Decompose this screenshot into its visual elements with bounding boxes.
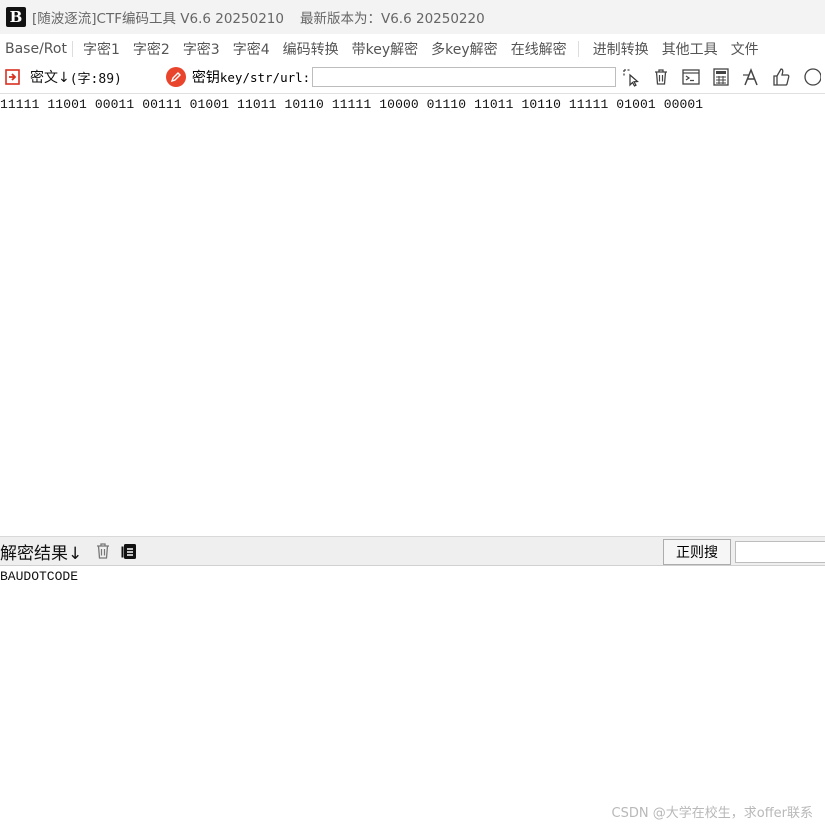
ciphertext-content: 11111 11001 00011 00111 01001 11011 1011… bbox=[0, 97, 704, 112]
latest-version: 最新版本为：V6.6 20250220 bbox=[299, 11, 485, 27]
menu-zimi4[interactable]: 字密4 bbox=[225, 39, 275, 59]
regex-search-input[interactable] bbox=[735, 541, 825, 563]
menu-multikey-decrypt[interactable]: 多key解密 bbox=[423, 39, 503, 59]
result-bar: 解密结果↓ 正则搜 bbox=[0, 536, 825, 566]
menu-zimi3[interactable]: 字密3 bbox=[175, 39, 225, 59]
thumbs-up-icon[interactable] bbox=[770, 66, 792, 88]
clock-icon[interactable] bbox=[800, 66, 822, 88]
ciphertext-textarea[interactable]: 11111 11001 00011 00111 01001 11011 1011… bbox=[0, 93, 825, 536]
result-trash-icon[interactable] bbox=[92, 540, 114, 562]
menu-zimi1[interactable]: 字密1 bbox=[73, 39, 125, 59]
copy-icon[interactable] bbox=[118, 540, 140, 562]
key-label-mono: key/str/url: bbox=[219, 70, 311, 85]
toolbar: 密文↓ (字:89) 密钥key/str/url: bbox=[0, 63, 825, 91]
watermark: CSDN @大学在校生，求offer联系 bbox=[611, 806, 813, 821]
menu-zimi2[interactable]: 字密2 bbox=[125, 39, 175, 59]
menu-base-rot[interactable]: Base/Rot bbox=[0, 41, 72, 57]
result-content: BAUDOTCODE bbox=[0, 569, 79, 584]
menu-file[interactable]: 文件 bbox=[723, 39, 764, 59]
result-label: 解密结果↓ bbox=[0, 543, 83, 564]
menu-key-decrypt[interactable]: 带key解密 bbox=[344, 39, 424, 59]
result-textarea[interactable]: BAUDOTCODE bbox=[0, 567, 825, 827]
terminal-icon[interactable] bbox=[680, 66, 702, 88]
font-icon[interactable] bbox=[740, 66, 762, 88]
menu-online-decrypt[interactable]: 在线解密 bbox=[503, 39, 572, 59]
ciphertext-arrow-icon[interactable] bbox=[4, 68, 22, 86]
app-logo-icon: B bbox=[6, 7, 26, 27]
window-title: [随波逐流]CTF编码工具 V6.6 20250210 bbox=[32, 11, 284, 27]
key-label: 密钥key/str/url: bbox=[192, 67, 310, 87]
select-cursor-icon[interactable] bbox=[620, 66, 642, 88]
key-label-prefix: 密钥 bbox=[191, 70, 220, 86]
ciphertext-label: 密文↓ bbox=[30, 70, 70, 86]
key-pencil-icon[interactable] bbox=[165, 67, 186, 87]
calculator-icon[interactable] bbox=[710, 66, 732, 88]
char-count: (字:89) bbox=[69, 71, 122, 87]
trash-icon[interactable] bbox=[650, 66, 672, 88]
menu-encoding-convert[interactable]: 编码转换 bbox=[275, 39, 344, 59]
regex-search-button[interactable]: 正则搜 bbox=[663, 539, 731, 565]
menu-other-tools[interactable]: 其他工具 bbox=[654, 39, 723, 59]
key-input[interactable] bbox=[312, 67, 617, 87]
menu-bar: Base/Rot 字密1 字密2 字密3 字密4 编码转换 带key解密 多ke… bbox=[0, 37, 825, 61]
menu-base-convert[interactable]: 进制转换 bbox=[579, 39, 654, 59]
title-bar: B [随波逐流]CTF编码工具 V6.6 20250210 最新版本为：V6.6… bbox=[0, 0, 825, 34]
